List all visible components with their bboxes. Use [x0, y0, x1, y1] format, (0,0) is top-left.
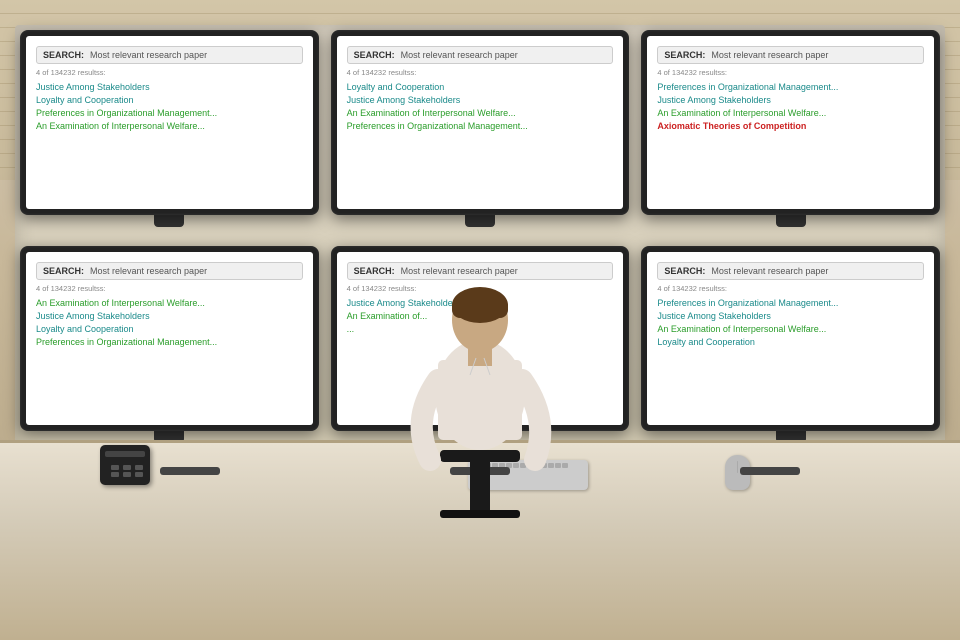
search-label-2: SEARCH: [354, 50, 395, 60]
search-label-6: SEARCH: [664, 266, 705, 276]
result-item[interactable]: Loyalty and Cooperation [36, 95, 303, 105]
monitor-bottom-right: SEARCH: Most relevant research paper 4 o… [641, 246, 940, 450]
search-value-6: Most relevant research paper [711, 266, 828, 276]
result-item[interactable]: An Examination of Interpersonal Welfare.… [36, 121, 303, 131]
result-item[interactable]: Preferences in Organizational Management… [657, 298, 924, 308]
search-label-1: SEARCH: [43, 50, 84, 60]
result-item[interactable]: Preferences in Organizational Management… [347, 121, 614, 131]
search-bar-6[interactable]: SEARCH: Most relevant research paper [657, 262, 924, 280]
result-item[interactable]: Justice Among Stakeholders [657, 311, 924, 321]
monitor-screen-3: SEARCH: Most relevant research paper 4 o… [647, 36, 934, 209]
search-bar-2[interactable]: SEARCH: Most relevant research paper [347, 46, 614, 64]
room-background: SEARCH: Most relevant research paper 4 o… [0, 0, 960, 640]
results-count-3: 4 of 134232 resultss: [657, 68, 924, 77]
desk-phone [100, 445, 150, 485]
results-count-4: 4 of 134232 resultss: [36, 284, 303, 293]
search-bar-3[interactable]: SEARCH: Most relevant research paper [657, 46, 924, 64]
search-value-1: Most relevant research paper [90, 50, 207, 60]
search-bar-1[interactable]: SEARCH: Most relevant research paper [36, 46, 303, 64]
result-item[interactable]: Justice Among Stakeholders [347, 95, 614, 105]
monitor-stand-base [160, 467, 220, 475]
result-item[interactable]: Loyalty and Cooperation [36, 324, 303, 334]
result-item[interactable]: An Examination of Interpersonal Welfare.… [657, 108, 924, 118]
search-label-4: SEARCH: [43, 266, 84, 276]
monitor-stand [154, 215, 184, 227]
result-item[interactable]: Preferences in Organizational Management… [36, 337, 303, 347]
result-item[interactable]: Preferences in Organizational Management… [657, 82, 924, 92]
person-figure [380, 220, 580, 520]
results-count-6: 4 of 134232 resultss: [657, 284, 924, 293]
result-item[interactable]: Justice Among Stakeholders [36, 311, 303, 321]
result-item[interactable]: An Examination of Interpersonal Welfare.… [36, 298, 303, 308]
results-count-1: 4 of 134232 resultss: [36, 68, 303, 77]
result-item[interactable]: Loyalty and Cooperation [657, 337, 924, 347]
monitor-screen-1: SEARCH: Most relevant research paper 4 o… [26, 36, 313, 209]
monitor-top-left: SEARCH: Most relevant research paper 4 o… [20, 30, 319, 234]
result-item[interactable]: Preferences in Organizational Management… [36, 108, 303, 118]
monitor-stand-base [740, 467, 800, 475]
search-value-2: Most relevant research paper [401, 50, 518, 60]
monitor-screen-6: SEARCH: Most relevant research paper 4 o… [647, 252, 934, 425]
result-item[interactable]: An Examination of Interpersonal Welfare.… [657, 324, 924, 334]
result-item[interactable]: Justice Among Stakeholders [36, 82, 303, 92]
result-item[interactable]: Loyalty and Cooperation [347, 82, 614, 92]
monitor-bottom-left: SEARCH: Most relevant research paper 4 o… [20, 246, 319, 450]
search-label-3: SEARCH: [664, 50, 705, 60]
blind-slat [0, 0, 960, 14]
monitor-screen-2: SEARCH: Most relevant research paper 4 o… [337, 36, 624, 209]
search-value-4: Most relevant research paper [90, 266, 207, 276]
monitor-top-right: SEARCH: Most relevant research paper 4 o… [641, 30, 940, 234]
search-bar-4[interactable]: SEARCH: Most relevant research paper [36, 262, 303, 280]
monitor-top-center: SEARCH: Most relevant research paper 4 o… [331, 30, 630, 234]
result-item[interactable]: Justice Among Stakeholders [657, 95, 924, 105]
search-value-3: Most relevant research paper [711, 50, 828, 60]
monitor-stand [776, 215, 806, 227]
monitor-screen-4: SEARCH: Most relevant research paper 4 o… [26, 252, 313, 425]
result-item[interactable]: Axiomatic Theories of Competition [657, 121, 924, 131]
result-item[interactable]: An Examination of Interpersonal Welfare.… [347, 108, 614, 118]
results-count-2: 4 of 134232 resultss: [347, 68, 614, 77]
